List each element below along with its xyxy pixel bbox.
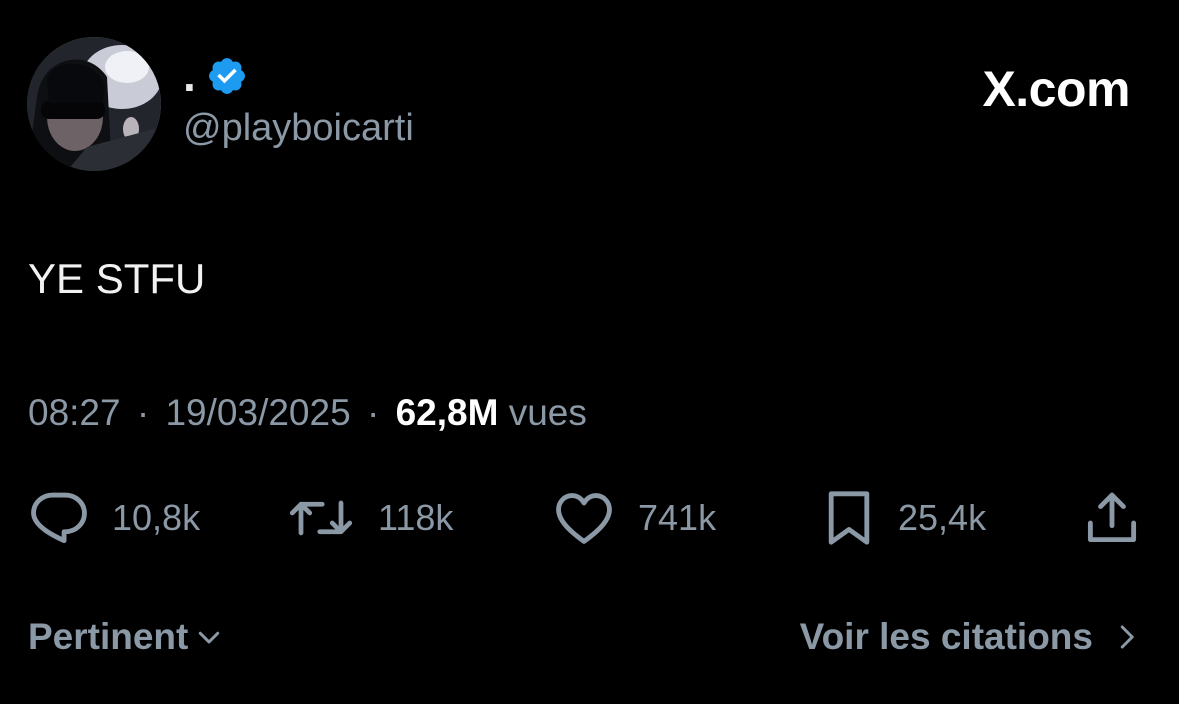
view-quotes-label: Voir les citations [799,616,1093,657]
verified-badge-icon [209,58,245,94]
tweet-time[interactable]: 08:27 [28,392,121,433]
reply-icon [31,492,87,544]
tweet-meta: 08:27 · 19/03/2025 · 62,8M vues [28,392,587,434]
tweet-text: YE STFU [28,255,206,302]
share-icon [1087,492,1137,543]
like-button[interactable]: 741k [552,486,716,550]
bookmark-button[interactable]: 25,4k [822,486,986,550]
meta-separator: · [366,392,380,433]
views-label: vues [508,392,587,433]
meta-separator: · [136,392,150,433]
reply-count: 10,8k [112,497,201,538]
repost-count: 118k [378,497,454,538]
views-count[interactable]: 62,8M [396,392,499,433]
author-handle[interactable]: @playboicarti [183,107,414,150]
display-name[interactable]: . [183,52,196,98]
tweet-date[interactable]: 19/03/2025 [165,392,350,433]
avatar[interactable] [27,37,161,171]
bookmark-count: 25,4k [898,497,987,538]
repost-icon [289,500,353,536]
sort-selector[interactable]: Pertinent [28,618,224,655]
action-bar: 10,8k 118k 741k 25,4k [0,486,1179,550]
tweet-screenshot: . @playboicarti X.com YE STFU 08:27 · 19… [0,0,1179,704]
bookmark-icon [828,491,870,545]
like-count: 741k [638,497,717,538]
share-button[interactable] [1084,486,1140,550]
avatar-image [27,37,161,171]
sort-label: Pertinent [28,616,189,657]
view-quotes-link[interactable]: Voir les citations [800,618,1141,655]
heart-icon [556,493,612,544]
reply-button[interactable]: 10,8k [28,486,200,550]
chevron-down-icon [199,631,220,643]
brand-logo: X.com [982,61,1130,117]
repost-button[interactable]: 118k [286,486,453,550]
chevron-right-icon [1120,625,1134,648]
